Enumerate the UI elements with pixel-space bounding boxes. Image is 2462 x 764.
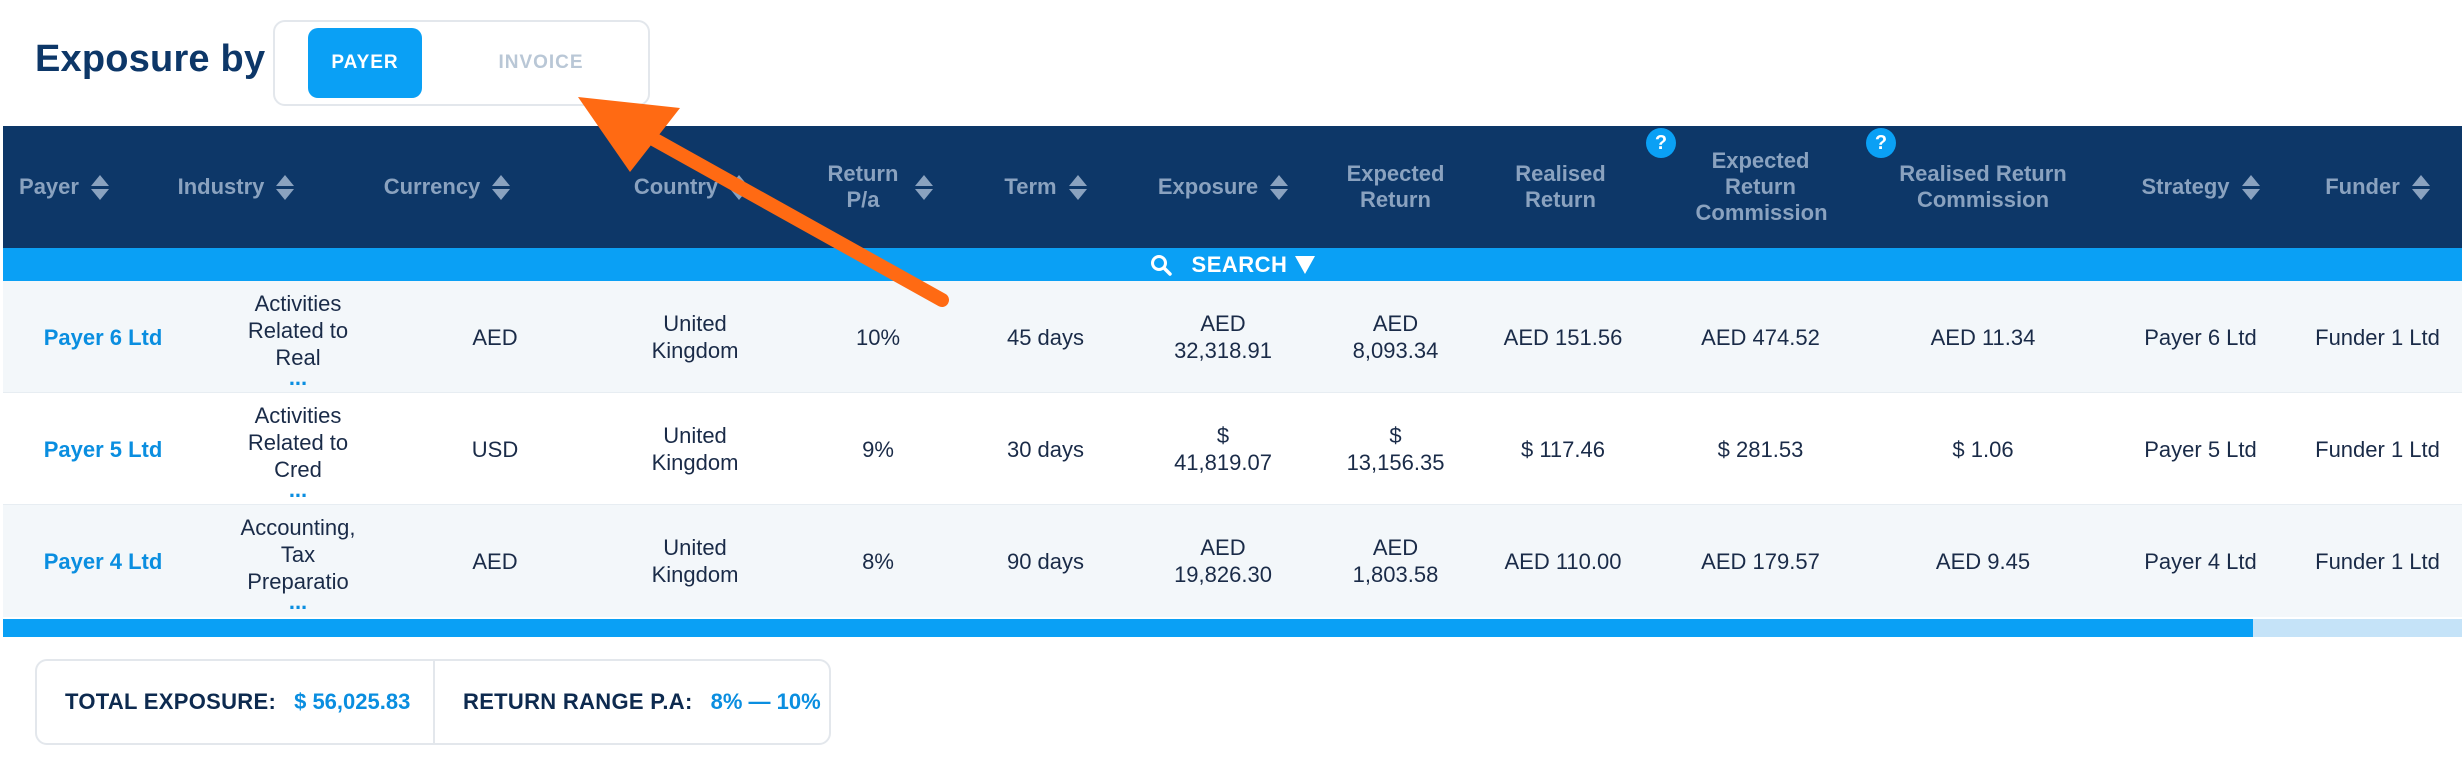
- cell-funder: Funder 1 Ltd: [2315, 436, 2440, 462]
- cell-exposure: $41,819.07: [1174, 423, 1272, 475]
- search-label: SEARCH: [1191, 251, 1288, 277]
- cell-expected-return: $13,156.35: [1346, 423, 1445, 475]
- page-title: Exposure by: [35, 38, 266, 80]
- sort-icon[interactable]: [915, 174, 933, 200]
- cell-currency: USD: [471, 436, 519, 462]
- column-header-payer[interactable]: Payer: [3, 126, 125, 248]
- column-header-realised-return-commission[interactable]: Realised Return Commission: [1858, 126, 2108, 248]
- cell-expected-commission: AED 179.57: [1701, 548, 1820, 574]
- cell-strategy: Payer 5 Ltd: [2144, 436, 2257, 462]
- column-header-expected-return[interactable]: Expected Return: [1318, 126, 1473, 248]
- cell-term: 90 days: [1006, 548, 1085, 574]
- cell-country: United Kingdom: [651, 311, 739, 363]
- cell-strategy: Payer 6 Ltd: [2144, 324, 2257, 350]
- column-header-strategy[interactable]: Strategy: [2108, 126, 2293, 248]
- cell-payer[interactable]: Payer 6 Ltd: [3, 281, 203, 393]
- cell-industry: Activities Related to Real...: [247, 290, 349, 390]
- sort-icon[interactable]: [1270, 174, 1289, 200]
- cell-realised-return: $ 117.46: [1520, 436, 1605, 462]
- exposure-toggle: PAYER INVOICE: [273, 20, 650, 106]
- cell-currency: AED: [472, 324, 518, 350]
- cell-return-pa: 10%: [855, 324, 901, 350]
- return-range: RETURN RANGE P.A: 8% — 10%: [435, 661, 821, 743]
- sort-icon[interactable]: [492, 174, 511, 200]
- industry-more-link[interactable]: ...: [289, 590, 307, 612]
- total-exposure-label: TOTAL EXPOSURE:: [65, 689, 277, 714]
- table-row[interactable]: Payer 4 Ltd Accounting, Tax Preparatio... AE…: [3, 505, 2462, 617]
- cell-funder: Funder 1 Ltd: [2315, 548, 2440, 574]
- sort-icon[interactable]: [1068, 174, 1087, 200]
- cell-exposure: AED 32,318.91: [1174, 311, 1272, 363]
- dropdown-triangle-icon: [1295, 255, 1316, 274]
- cell-payer[interactable]: Payer 5 Ltd: [3, 393, 203, 505]
- table-row[interactable]: Payer 5 Ltd Activities Related to Cred... US…: [3, 393, 2462, 505]
- return-range-label: RETURN RANGE P.A:: [463, 689, 693, 714]
- toggle-payer-button[interactable]: PAYER: [308, 28, 422, 98]
- return-range-value: 8% — 10%: [710, 689, 821, 714]
- cell-strategy: Payer 4 Ltd: [2144, 548, 2257, 574]
- cell-term: 45 days: [1006, 324, 1085, 350]
- horizontal-scrollbar[interactable]: [3, 619, 2462, 637]
- total-exposure-value: $ 56,025.83: [294, 689, 411, 714]
- cell-exposure: AED 19,826.30: [1174, 535, 1272, 587]
- toggle-invoice-button[interactable]: INVOICE: [471, 28, 611, 98]
- column-header-return-pa[interactable]: Return P/a: [803, 126, 953, 248]
- sort-icon[interactable]: [2411, 174, 2430, 200]
- column-header-country[interactable]: Country: [547, 126, 835, 248]
- column-header-expected-return-commission[interactable]: Expected Return Commission: [1663, 126, 1858, 248]
- column-header-realised-return[interactable]: Realised Return: [1473, 126, 1648, 248]
- table-row[interactable]: Payer 6 Ltd Activities Related to Real... AE…: [3, 281, 2462, 393]
- industry-more-link[interactable]: ...: [289, 478, 307, 500]
- column-header-industry[interactable]: Industry: [125, 126, 347, 248]
- cell-expected-commission: AED 474.52: [1701, 324, 1820, 350]
- cell-payer[interactable]: Payer 4 Ltd: [3, 505, 203, 617]
- cell-expected-return: AED 8,093.34: [1352, 311, 1439, 363]
- cell-industry: Accounting, Tax Preparatio...: [240, 514, 356, 614]
- sort-icon[interactable]: [730, 174, 749, 200]
- search-icon: [1150, 254, 1172, 276]
- cell-realised-commission: AED 9.45: [1935, 548, 2031, 574]
- cell-industry: Activities Related to Cred...: [247, 402, 349, 502]
- cell-expected-return: AED 1,803.58: [1352, 535, 1439, 587]
- column-header-currency[interactable]: Currency: [347, 126, 547, 248]
- sort-icon[interactable]: [276, 174, 295, 200]
- cell-funder: Funder 1 Ltd: [2315, 324, 2440, 350]
- cell-country: United Kingdom: [651, 423, 739, 475]
- sort-icon[interactable]: [2241, 174, 2260, 200]
- cell-return-pa: 9%: [862, 436, 894, 462]
- total-exposure: TOTAL EXPOSURE: $ 56,025.83: [37, 661, 433, 743]
- totals-summary: TOTAL EXPOSURE: $ 56,025.83 RETURN RANGE…: [35, 659, 831, 745]
- cell-return-pa: 8%: [862, 548, 894, 574]
- cell-realised-commission: AED 11.34: [1930, 324, 2036, 350]
- column-header-exposure[interactable]: Exposure: [1128, 126, 1318, 248]
- table-header: Payer Industry Currency Country Return P…: [3, 126, 2462, 248]
- cell-realised-return: AED 110.00: [1504, 548, 1622, 574]
- column-header-funder[interactable]: Funder: [2293, 126, 2462, 248]
- scrollbar-thumb[interactable]: [3, 619, 2253, 637]
- cell-realised-return: AED 151.56: [1503, 324, 1623, 350]
- cell-realised-commission: $ 1.06: [1952, 436, 2014, 462]
- sort-icon[interactable]: [90, 174, 109, 200]
- cell-term: 30 days: [1006, 436, 1085, 462]
- cell-country: United Kingdom: [651, 535, 739, 587]
- page-header: Exposure by PAYER INVOICE: [0, 0, 2462, 126]
- column-header-term[interactable]: Term: [963, 126, 1128, 248]
- cell-currency: AED: [472, 548, 518, 574]
- industry-more-link[interactable]: ...: [289, 366, 307, 388]
- search-bar[interactable]: SEARCH: [3, 248, 2462, 281]
- cell-expected-commission: $ 281.53: [1717, 436, 1804, 462]
